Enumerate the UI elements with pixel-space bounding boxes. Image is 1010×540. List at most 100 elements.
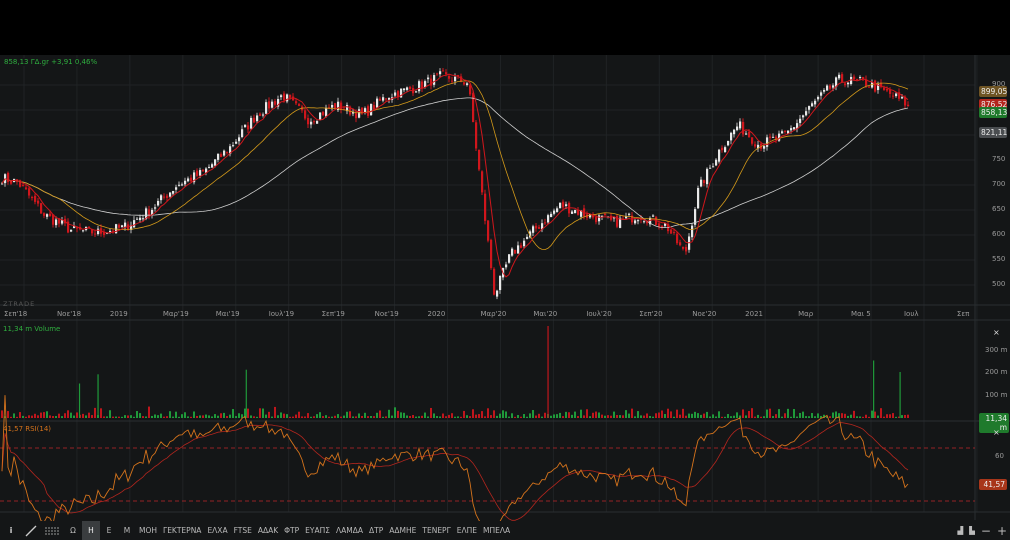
toolbar-item[interactable]: ΔΤΡ — [366, 521, 386, 540]
volume-bar — [775, 414, 777, 418]
zoom-in-button[interactable]: + — [994, 521, 1010, 540]
time-tick: Ιουλ'20 — [586, 310, 612, 318]
volume-bar — [316, 414, 318, 418]
volume-bar — [37, 415, 39, 418]
volume-bar — [91, 415, 93, 418]
toolbar-item[interactable]: FTSE — [231, 521, 255, 540]
toolbar-item[interactable]: ΓΕΚΤΕΡΝΑ — [160, 521, 204, 540]
volume-bar — [280, 412, 282, 418]
volume-bar — [94, 407, 96, 418]
volume-bar — [706, 411, 708, 418]
time-tick: Ιουλ'19 — [268, 310, 295, 318]
volume-close-button[interactable]: × — [993, 328, 1000, 337]
volume-bar — [25, 416, 27, 418]
bars-button[interactable]: ▙ — [966, 521, 978, 540]
volume-bar — [160, 413, 162, 418]
volume-bar — [22, 415, 24, 418]
candle-body — [616, 215, 619, 227]
volume-bar — [184, 412, 186, 418]
candle-body — [199, 170, 202, 176]
candle-body — [187, 178, 190, 182]
volume-bar — [646, 413, 648, 418]
time-tick: Σεπ'18 — [4, 310, 28, 318]
volume-bar — [493, 410, 495, 418]
candle-body — [550, 213, 553, 218]
toolbar-item[interactable]: ΜΟΗ — [136, 521, 160, 540]
candle-body — [892, 95, 895, 97]
candle-body — [505, 264, 508, 268]
volume-bar — [688, 413, 690, 418]
chart-canvas[interactable] — [0, 0, 1010, 540]
candle-body — [700, 179, 703, 187]
volume-bar — [853, 410, 855, 418]
time-tick: Σεπ'20 — [639, 310, 663, 318]
candle-body — [709, 167, 712, 169]
volume-bar — [829, 416, 831, 418]
volume-bar — [709, 416, 711, 418]
toolbar-item[interactable]: Ε — [100, 521, 118, 540]
volume-bar — [631, 408, 633, 418]
toolbar-item[interactable]: ΤΕΝΕΡΓ — [419, 521, 453, 540]
toolbar-item[interactable]: ΦΤΡ — [281, 521, 302, 540]
ma-slow-line — [1, 97, 909, 228]
volume-bar — [532, 410, 534, 418]
volume-bar — [787, 408, 789, 418]
candle-body — [232, 145, 235, 147]
volume-bar — [172, 416, 174, 418]
volume-bar — [637, 411, 639, 418]
candle-body — [820, 92, 823, 96]
volume-bar — [448, 414, 450, 418]
toolbar-item[interactable]: ΑΔΑΚ — [255, 521, 281, 540]
candle-body — [379, 98, 382, 101]
toolbar-item[interactable]: ΕΛΠΕ — [454, 521, 480, 540]
toolbar-item[interactable]: ΑΔΜΗΕ — [386, 521, 419, 540]
draw-line-button[interactable] — [22, 521, 42, 540]
volume-bar — [871, 410, 873, 418]
candle-body — [682, 246, 685, 249]
volume-bar — [541, 416, 543, 418]
rsi-close-button[interactable]: × — [993, 428, 1000, 437]
volume-bar — [763, 416, 765, 418]
volume-bar — [604, 415, 606, 418]
candle-body — [319, 112, 322, 120]
zoom-out-button[interactable]: − — [978, 521, 994, 540]
candle-body — [673, 232, 676, 234]
candle-body — [799, 118, 802, 123]
grid-lines-icon — [45, 527, 59, 534]
candle-body — [652, 215, 655, 217]
volume-bar — [175, 411, 177, 418]
volume-bar — [376, 412, 378, 418]
volume-bar — [730, 416, 732, 418]
volume-bar — [844, 413, 846, 418]
candle-body — [157, 200, 160, 206]
volume-bar — [520, 416, 522, 418]
chart-type-button[interactable]: ▟ — [954, 521, 966, 540]
volume-bar — [685, 415, 687, 418]
candle-body — [184, 180, 187, 185]
toolbar-item[interactable]: Η — [82, 521, 100, 540]
candle-body — [169, 192, 172, 197]
volume-bar — [811, 413, 813, 418]
candle-body — [403, 88, 406, 91]
volume-bar — [655, 413, 657, 418]
candle-body — [55, 219, 58, 226]
volume-bar — [592, 412, 594, 418]
volume-bar — [145, 416, 147, 418]
candle-body — [706, 168, 709, 185]
candle-body — [172, 190, 175, 194]
toolbar-item[interactable]: ΛΑΜΔΑ — [333, 521, 366, 540]
candle-body — [721, 147, 724, 151]
candle-body — [742, 121, 745, 135]
volume-bar — [49, 415, 51, 418]
toolbar-item[interactable]: ΕΥΑΠΣ — [302, 521, 333, 540]
toolbar-item[interactable]: ΕΛΧΑ — [204, 521, 230, 540]
toolbar-item[interactable]: ΜΠΕΛΑ — [480, 521, 513, 540]
info-button[interactable]: i — [0, 521, 22, 540]
volume-bar — [1, 410, 3, 418]
toolbar-item[interactable]: Ω — [64, 521, 82, 540]
indicators-button[interactable] — [42, 521, 64, 540]
candle-body — [31, 197, 34, 199]
volume-bar — [361, 415, 363, 418]
volume-bar — [238, 413, 240, 418]
toolbar-item[interactable]: Μ — [118, 521, 136, 540]
